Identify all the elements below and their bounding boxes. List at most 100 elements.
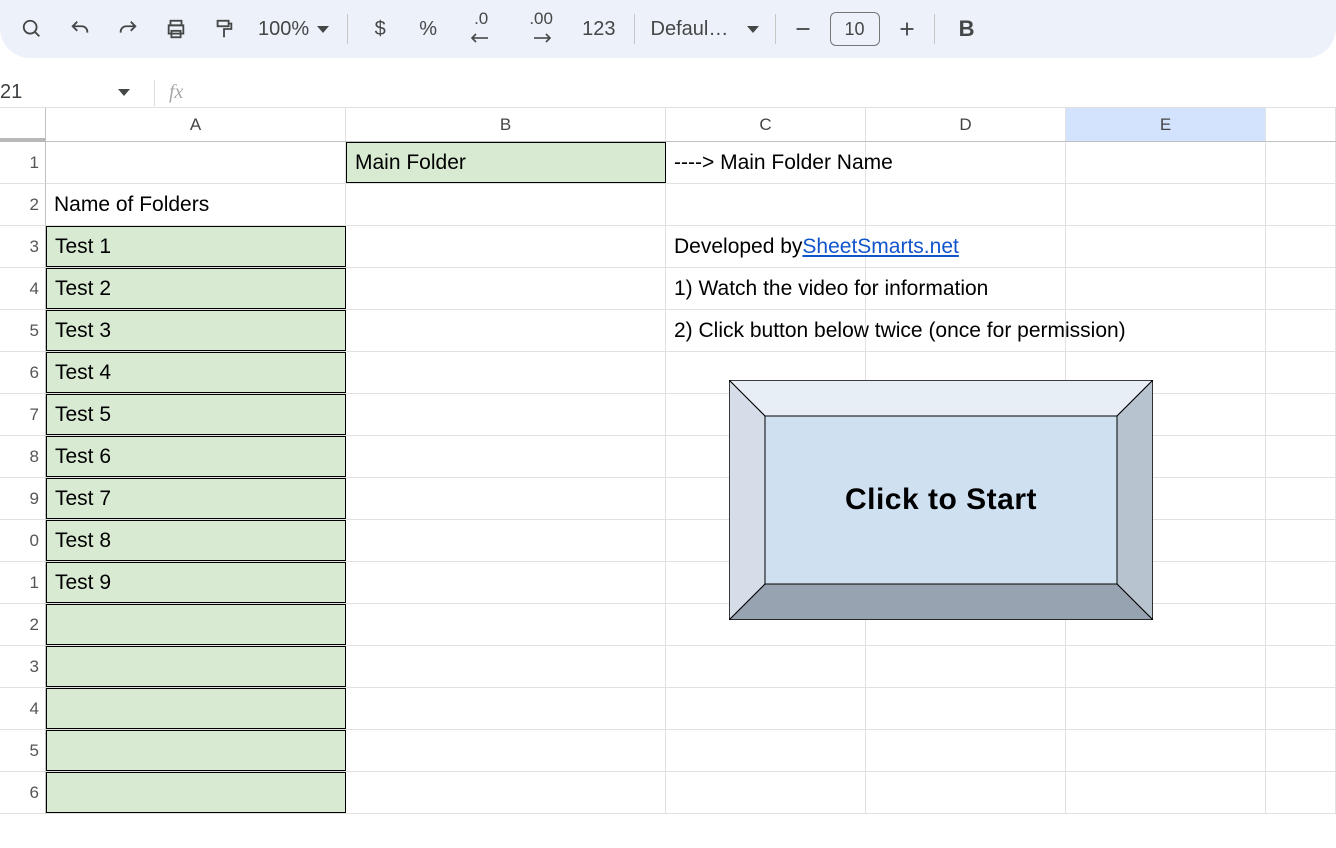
cell-B4[interactable] xyxy=(346,268,666,309)
cell[interactable] xyxy=(346,688,666,729)
row-header[interactable]: 9 xyxy=(0,478,46,520)
row-header[interactable]: 1 xyxy=(0,142,46,184)
increase-decimal-button[interactable]: .00 xyxy=(512,9,570,49)
cell-A13[interactable] xyxy=(46,646,346,687)
row-header[interactable]: 5 xyxy=(0,730,46,772)
cell-A7[interactable]: Test 5 xyxy=(46,394,346,435)
cell[interactable] xyxy=(1266,184,1336,225)
cell-C2[interactable] xyxy=(666,184,866,225)
cell[interactable] xyxy=(346,352,666,393)
row-header[interactable]: 2 xyxy=(0,604,46,646)
cell[interactable] xyxy=(666,688,866,729)
cell-A9[interactable]: Test 7 xyxy=(46,478,346,519)
decrease-decimal-button[interactable]: .0 xyxy=(454,9,508,49)
cell[interactable] xyxy=(1066,688,1266,729)
number-format-button[interactable]: 123 xyxy=(574,18,623,41)
cell-C1[interactable]: ----> Main Folder Name xyxy=(666,142,866,183)
currency-button[interactable]: $ xyxy=(358,9,402,49)
paint-format-icon[interactable] xyxy=(202,9,246,49)
cell-E2[interactable] xyxy=(1066,184,1266,225)
row-header[interactable]: 4 xyxy=(0,688,46,730)
cell-B3[interactable] xyxy=(346,226,666,267)
col-header-A[interactable]: A xyxy=(46,108,346,141)
row-header[interactable]: 7 xyxy=(0,394,46,436)
decrease-font-size-button[interactable] xyxy=(786,9,820,49)
cell[interactable] xyxy=(666,730,866,771)
cell-C3[interactable]: Developed by SheetSmarts.net xyxy=(666,226,866,267)
bold-button[interactable]: B xyxy=(945,16,989,42)
row-header[interactable]: 8 xyxy=(0,436,46,478)
cell-A3[interactable]: Test 1 xyxy=(46,226,346,267)
cell[interactable] xyxy=(346,478,666,519)
cell[interactable] xyxy=(1266,604,1336,645)
cell[interactable] xyxy=(1066,730,1266,771)
cell[interactable] xyxy=(1266,772,1336,813)
cell-A14[interactable] xyxy=(46,688,346,729)
cell[interactable] xyxy=(1266,730,1336,771)
cell[interactable] xyxy=(1266,646,1336,687)
row-header[interactable]: 6 xyxy=(0,772,46,814)
cell-C5[interactable]: 2) Click button below twice (once for pe… xyxy=(666,310,866,351)
font-size-input[interactable] xyxy=(830,12,880,46)
cell-A16[interactable] xyxy=(46,772,346,813)
cell[interactable] xyxy=(1266,394,1336,435)
cell[interactable] xyxy=(666,646,866,687)
cell-D1[interactable] xyxy=(866,142,1066,183)
cell[interactable] xyxy=(1266,352,1336,393)
cell-A4[interactable]: Test 2 xyxy=(46,268,346,309)
cell-A10[interactable]: Test 8 xyxy=(46,520,346,561)
cell-C4[interactable]: 1) Watch the video for information xyxy=(666,268,866,309)
col-header-extra[interactable] xyxy=(1266,108,1336,141)
select-all-corner[interactable] xyxy=(0,108,46,142)
cell-A11[interactable]: Test 9 xyxy=(46,562,346,603)
col-header-D[interactable]: D xyxy=(866,108,1066,141)
cell[interactable] xyxy=(346,730,666,771)
print-icon[interactable] xyxy=(154,9,198,49)
cell[interactable] xyxy=(346,562,666,603)
search-icon[interactable] xyxy=(10,9,54,49)
row-header[interactable]: 5 xyxy=(0,310,46,352)
cell-A2[interactable]: Name of Folders xyxy=(46,184,346,225)
cell-B2[interactable] xyxy=(346,184,666,225)
row-header[interactable]: 3 xyxy=(0,226,46,268)
cell-A5[interactable]: Test 3 xyxy=(46,310,346,351)
cell[interactable] xyxy=(346,436,666,477)
font-family-select[interactable]: Defaul… xyxy=(645,18,765,41)
cell-A12[interactable] xyxy=(46,604,346,645)
row-header[interactable]: 2 xyxy=(0,184,46,226)
row-header[interactable]: 3 xyxy=(0,646,46,688)
col-header-B[interactable]: B xyxy=(346,108,666,141)
cell-E3[interactable] xyxy=(1066,226,1266,267)
name-box[interactable]: 21 xyxy=(0,81,140,104)
cells-area[interactable]: Main Folder ----> Main Folder Name Name … xyxy=(46,142,1336,814)
row-header[interactable]: 4 xyxy=(0,268,46,310)
cell-D3[interactable] xyxy=(866,226,1066,267)
cell-B5[interactable] xyxy=(346,310,666,351)
cell[interactable] xyxy=(666,772,866,813)
cell[interactable] xyxy=(346,520,666,561)
cell[interactable] xyxy=(346,604,666,645)
cell-A15[interactable] xyxy=(46,730,346,771)
cell[interactable] xyxy=(1266,478,1336,519)
cell[interactable] xyxy=(1066,646,1266,687)
cell[interactable] xyxy=(1266,142,1336,183)
percent-button[interactable]: % xyxy=(406,9,450,49)
cell-D2[interactable] xyxy=(866,184,1066,225)
cell[interactable] xyxy=(866,646,1066,687)
cell[interactable] xyxy=(346,772,666,813)
cell-E5[interactable] xyxy=(1066,310,1266,351)
cell-E1[interactable] xyxy=(1066,142,1266,183)
cell-A8[interactable]: Test 6 xyxy=(46,436,346,477)
cell-B1[interactable]: Main Folder xyxy=(346,142,666,183)
cell[interactable] xyxy=(866,772,1066,813)
cell[interactable] xyxy=(1266,436,1336,477)
col-header-E[interactable]: E xyxy=(1066,108,1266,141)
col-header-C[interactable]: C xyxy=(666,108,866,141)
redo-icon[interactable] xyxy=(106,9,150,49)
cell-D4[interactable] xyxy=(866,268,1066,309)
cell[interactable] xyxy=(1266,562,1336,603)
cell-E4[interactable] xyxy=(1066,268,1266,309)
cell-A1[interactable] xyxy=(46,142,346,183)
cell-A6[interactable]: Test 4 xyxy=(46,352,346,393)
row-header[interactable]: 1 xyxy=(0,562,46,604)
